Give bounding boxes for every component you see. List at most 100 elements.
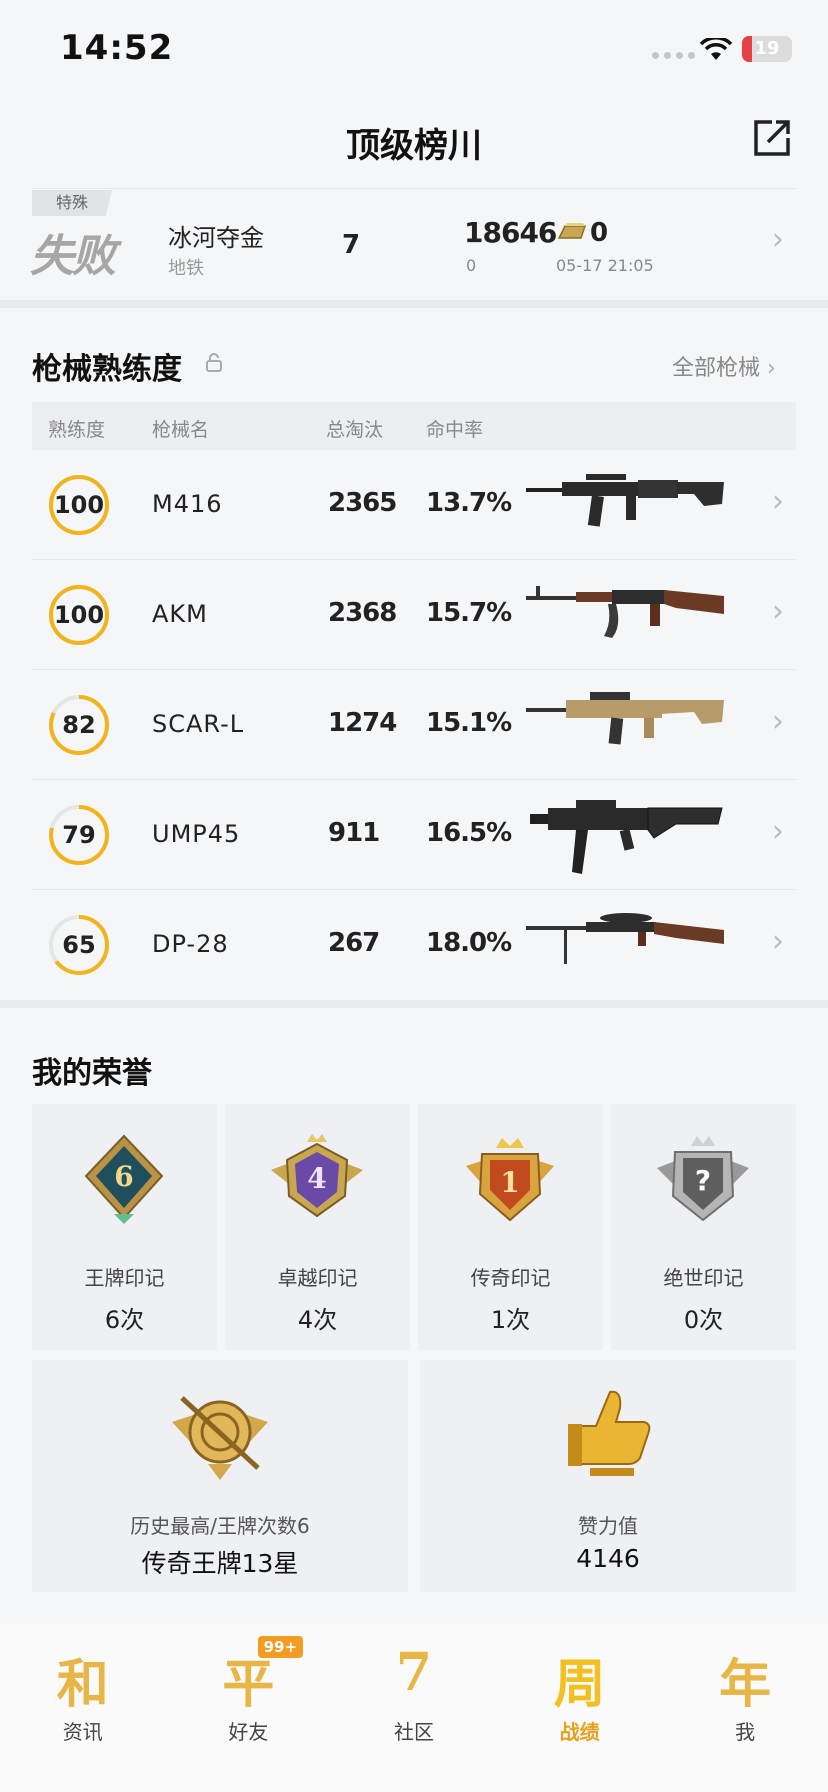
weapons-table-header: 熟练度 枪械名 总淘汰 命中率 bbox=[32, 402, 796, 450]
chevron-right-icon: › bbox=[772, 222, 784, 257]
best-rank-value: 传奇王牌13星 bbox=[141, 1549, 299, 1578]
legend-emblem-icon: 1 bbox=[466, 1138, 554, 1222]
likes-label: 赞力值 bbox=[578, 1514, 638, 1538]
col-mastery: 熟练度 bbox=[48, 419, 106, 441]
section-divider bbox=[0, 300, 828, 308]
weapon-row[interactable]: 65 DP-28 267 18.0% › bbox=[32, 890, 796, 1000]
weapon-row[interactable]: 79 UMP45 911 16.5% › bbox=[32, 780, 796, 890]
page-title: 顶级榜川 bbox=[346, 126, 482, 166]
bottom-tab-bar: 和 资讯 平 99+ 好友 7 社区 周 战绩 年 我 bbox=[0, 1624, 828, 1792]
battery-icon: 19 bbox=[742, 36, 792, 62]
chevron-right-icon: › bbox=[772, 814, 784, 849]
honor-count: 6次 bbox=[104, 1306, 145, 1334]
weapon-image bbox=[526, 684, 726, 766]
weapon-accuracy: 16.5% bbox=[426, 818, 512, 848]
weapons-table: 熟练度 枪械名 总淘汰 命中率 100 M416 2365 13.7% › 100 AKM 2… bbox=[32, 402, 796, 1000]
weapon-name: M416 bbox=[152, 490, 223, 518]
mastery-value: 65 bbox=[62, 931, 96, 959]
mastery-value: 100 bbox=[53, 601, 105, 629]
all-weapons-link[interactable]: 全部枪械 › bbox=[672, 350, 776, 382]
svg-text:1: 1 bbox=[500, 1166, 519, 1199]
weapon-name: AKM bbox=[152, 600, 208, 628]
mastery-value: 82 bbox=[62, 711, 96, 739]
honor-summary: 历史最高/王牌次数6 传奇王牌13星 赞力值 4146 bbox=[32, 1360, 796, 1592]
weapon-kills: 1274 bbox=[328, 708, 397, 738]
tab-records[interactable]: 周 战绩 bbox=[497, 1624, 663, 1792]
match-rank: 7 bbox=[342, 230, 361, 260]
match-result: 失败 bbox=[30, 231, 116, 282]
thumbs-up-icon bbox=[568, 1390, 651, 1476]
weapon-name: SCAR-L bbox=[152, 710, 245, 738]
chevron-right-icon: › bbox=[772, 484, 784, 519]
honor-badges: 6 王牌印记 6次 4 卓越印记 4次 1 传奇印记 1次 ? 绝世印记 0次 bbox=[32, 1104, 796, 1350]
tab-news[interactable]: 和 资讯 bbox=[0, 1624, 166, 1792]
honor-card[interactable]: 6 王牌印记 6次 bbox=[32, 1104, 217, 1350]
weapon-image bbox=[526, 794, 726, 876]
weapon-kills: 267 bbox=[328, 928, 380, 958]
chevron-right-icon: › bbox=[772, 924, 784, 959]
honor-card[interactable]: ? 绝世印记 0次 bbox=[611, 1104, 796, 1350]
share-icon[interactable] bbox=[750, 116, 794, 160]
match-score-sub: 0 bbox=[466, 256, 477, 275]
honor-count: 4次 bbox=[297, 1306, 338, 1334]
svg-text:?: ? bbox=[695, 1164, 711, 1197]
weapon-name: UMP45 bbox=[152, 820, 241, 848]
friends-tab-icon: 平 bbox=[222, 1654, 275, 1715]
notification-badge: 99+ bbox=[257, 1636, 304, 1658]
weapon-accuracy: 15.1% bbox=[426, 708, 512, 738]
all-weapons-label: 全部枪械 bbox=[672, 356, 761, 381]
match-map: 冰河夺金 bbox=[168, 224, 264, 252]
col-kills: 总淘汰 bbox=[326, 419, 384, 441]
records-tab-icon: 周 bbox=[553, 1654, 606, 1715]
best-rank-label: 历史最高/王牌次数6 bbox=[130, 1514, 310, 1538]
mastery-value: 79 bbox=[62, 821, 96, 849]
match-date: 05-17 21:05 bbox=[556, 256, 654, 275]
excellence-emblem-icon: 4 bbox=[271, 1134, 363, 1218]
honor-card[interactable]: 4 卓越印记 4次 bbox=[225, 1104, 410, 1350]
tab-friends[interactable]: 平 99+ 好友 bbox=[166, 1624, 332, 1792]
col-accuracy: 命中率 bbox=[426, 419, 484, 441]
match-record-card[interactable]: 特殊 失败 冰河夺金 地铁 7 18646 0 0 05-17 21:05 › bbox=[0, 188, 828, 300]
chevron-right-icon: › bbox=[772, 704, 784, 739]
weapon-row[interactable]: 100 AKM 2368 15.7% › bbox=[32, 560, 796, 670]
tab-label: 我 bbox=[735, 1720, 756, 1744]
section-divider bbox=[0, 1000, 828, 1008]
likes-value: 4146 bbox=[576, 1544, 640, 1573]
chevron-right-icon: › bbox=[767, 356, 776, 381]
honor-name: 卓越印记 bbox=[277, 1266, 358, 1290]
peerless-emblem-icon: ? bbox=[657, 1136, 749, 1222]
weapon-accuracy: 13.7% bbox=[426, 488, 512, 518]
honor-name: 传奇印记 bbox=[470, 1266, 551, 1290]
weapon-kills: 2365 bbox=[328, 488, 397, 518]
honor-card[interactable]: 1 传奇印记 1次 bbox=[418, 1104, 603, 1350]
weapon-row[interactable]: 82 SCAR-L 1274 15.1% › bbox=[32, 670, 796, 780]
tab-me[interactable]: 年 我 bbox=[662, 1624, 828, 1792]
honor-count: 1次 bbox=[490, 1306, 531, 1334]
weapon-image bbox=[526, 464, 726, 546]
cellular-signal-icon bbox=[652, 52, 695, 59]
community-tab-icon: 7 bbox=[395, 1642, 433, 1703]
weapon-accuracy: 15.7% bbox=[426, 598, 512, 628]
tab-community[interactable]: 7 社区 bbox=[331, 1624, 497, 1792]
weapon-row[interactable]: 100 M416 2365 13.7% › bbox=[32, 450, 796, 560]
match-mode: 地铁 bbox=[168, 258, 204, 279]
wifi-icon bbox=[700, 38, 732, 60]
weapon-kills: 2368 bbox=[328, 598, 397, 628]
status-bar: 14:52 19 bbox=[0, 0, 828, 90]
col-name: 枪械名 bbox=[152, 419, 210, 441]
lock-icon[interactable] bbox=[206, 352, 222, 372]
svg-text:4: 4 bbox=[307, 1162, 326, 1195]
honor-count: 0次 bbox=[683, 1306, 724, 1334]
battery-level: 19 bbox=[754, 38, 780, 59]
honors-section-title: 我的荣誉 bbox=[32, 1056, 152, 1091]
best-rank-card[interactable]: 历史最高/王牌次数6 传奇王牌13星 bbox=[32, 1360, 408, 1592]
honor-name: 绝世印记 bbox=[663, 1266, 744, 1290]
weapon-accuracy: 18.0% bbox=[426, 928, 512, 958]
tab-label: 好友 bbox=[228, 1720, 269, 1744]
status-time: 14:52 bbox=[60, 28, 174, 68]
news-tab-icon: 和 bbox=[56, 1654, 109, 1715]
tab-label: 资讯 bbox=[62, 1720, 103, 1744]
ace-emblem-icon: 6 bbox=[84, 1134, 164, 1224]
likes-card[interactable]: 赞力值 4146 bbox=[420, 1360, 796, 1592]
tab-label: 战绩 bbox=[559, 1720, 600, 1744]
